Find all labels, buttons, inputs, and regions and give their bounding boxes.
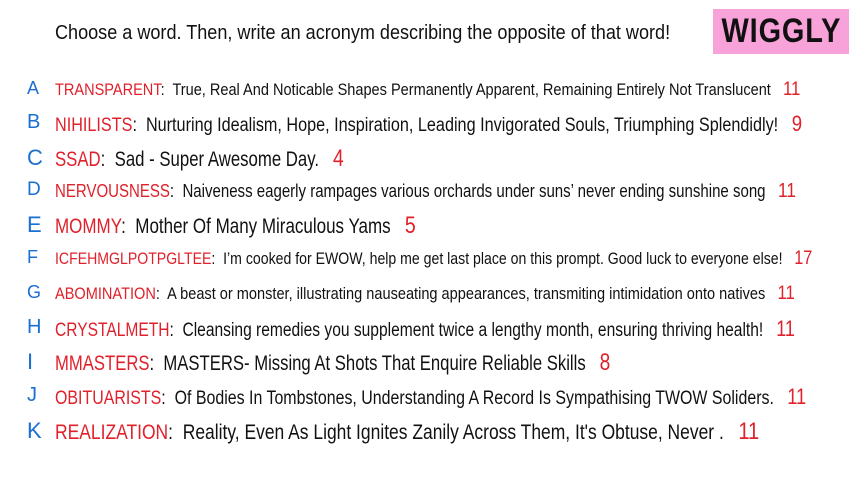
instruction-text: Choose a word. Then, write an acronym de…	[55, 22, 671, 44]
entry-letter: C	[27, 145, 43, 170]
entry-line: NIHILISTS: Nurturing Idealism, Hope, Ins…	[55, 111, 802, 137]
colon: :	[211, 249, 224, 268]
entry-score: 11	[776, 316, 795, 341]
entry-word: NIHILISTS	[55, 115, 133, 136]
colon: :	[121, 215, 136, 238]
entry-line: NERVOUSNESS: Naiveness eagerly rampages …	[55, 179, 796, 203]
entry-line: MOMMY: Mother Of Many Miraculous Yams 5	[55, 212, 416, 240]
entry-line: REALIZATION: Reality, Even As Light Igni…	[55, 418, 759, 446]
entry-line: ICFEHMGLPOTPGLTEE: I’m cooked for EWOW, …	[55, 247, 812, 270]
entry-line: OBITUARISTS: Of Bodies In Tombstones, Un…	[55, 384, 806, 410]
entry-definition: Reality, Even As Light Ignites Zanily Ac…	[182, 421, 724, 444]
entry-word: SSAD	[55, 148, 101, 171]
entry-letter: F	[27, 247, 38, 267]
colon: :	[155, 284, 168, 303]
entry-score: 17	[794, 247, 813, 269]
entry-definition: True, Real And Noticable Shapes Permanen…	[172, 80, 771, 99]
logo-text: WIGGLY	[721, 12, 841, 50]
entry-word: ABOMINATION	[55, 284, 156, 303]
colon: :	[169, 181, 183, 201]
entry-word: NERVOUSNESS	[55, 181, 170, 201]
entry-word: REALIZATION	[55, 421, 169, 444]
entry-letter: D	[27, 179, 41, 200]
entry-definition: Of Bodies In Tombstones, Understanding A…	[174, 388, 774, 409]
colon: :	[100, 148, 115, 171]
colon: :	[169, 320, 183, 341]
entry-score: 8	[599, 349, 611, 376]
colon: :	[132, 115, 146, 136]
entry-definition: Naiveness eagerly rampages various orcha…	[182, 181, 766, 201]
entry-score: 9	[791, 111, 803, 136]
entry-line: CRYSTALMETH: Cleansing remedies you supp…	[55, 316, 795, 342]
entry-letter: I	[27, 349, 34, 374]
entry-word: CRYSTALMETH	[55, 320, 170, 341]
entry-word: TRANSPARENT	[55, 80, 161, 99]
entry-definition: Nurturing Idealism, Hope, Inspiration, L…	[145, 115, 779, 136]
entry-definition: A beast or monster, illustrating nauseat…	[167, 284, 766, 303]
entry-score: 11	[778, 179, 796, 202]
entry-letter: J	[27, 384, 37, 406]
entry-letter: A	[27, 78, 40, 98]
entry-letter: B	[27, 111, 41, 133]
colon: :	[149, 352, 164, 375]
entry-definition: MASTERS- Missing At Shots That Enquire R…	[163, 352, 586, 375]
entry-line: SSAD: Sad - Super Awesome Day. 4	[55, 145, 344, 173]
slide: Choose a word. Then, write an acronym de…	[0, 0, 853, 480]
entry-definition: Mother Of Many Miraculous Yams	[135, 215, 391, 238]
entry-letter: E	[27, 212, 42, 237]
entry-definition: Cleansing remedies you supplement twice …	[182, 320, 764, 341]
entry-letter: H	[27, 316, 42, 338]
entry-score: 11	[777, 282, 795, 304]
colon: :	[168, 421, 183, 444]
entry-letter: K	[27, 418, 42, 443]
entry-line: ABOMINATION: A beast or monster, illustr…	[55, 282, 795, 305]
entry-score: 5	[404, 212, 416, 239]
entry-letter: G	[27, 282, 42, 302]
entry-word: OBITUARISTS	[55, 388, 162, 409]
entry-line: MMASTERS: MASTERS- Missing At Shots That…	[55, 349, 610, 377]
entry-word: MOMMY	[55, 215, 122, 238]
entry-score: 4	[333, 145, 344, 172]
colon: :	[160, 80, 173, 99]
entry-line: TRANSPARENT: True, Real And Noticable Sh…	[55, 78, 800, 101]
entry-word: ICFEHMGLPOTPGLTEE	[55, 249, 212, 268]
entry-score: 11	[738, 418, 760, 445]
entry-score: 11	[787, 384, 807, 409]
entry-definition: Sad - Super Awesome Day.	[114, 148, 320, 171]
colon: :	[161, 388, 175, 409]
entry-definition: I’m cooked for EWOW, help me get last pl…	[223, 249, 783, 268]
entry-word: MMASTERS	[55, 352, 150, 375]
entry-score: 11	[782, 78, 801, 100]
wiggly-logo: WIGGLY	[713, 9, 849, 54]
